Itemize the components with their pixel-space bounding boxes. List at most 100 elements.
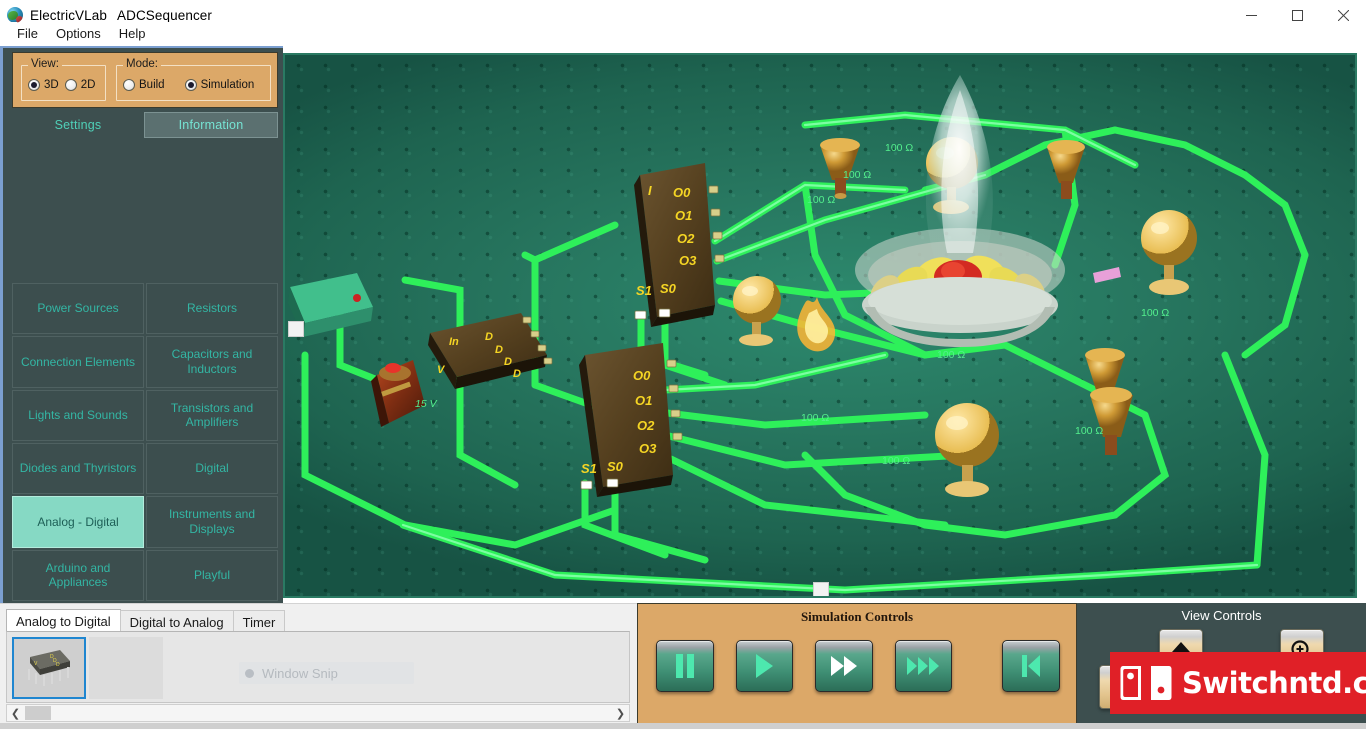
radio-view-3d[interactable]: [28, 79, 40, 91]
category-power-sources[interactable]: Power Sources: [12, 283, 144, 335]
radio-view-2d[interactable]: [64, 79, 77, 91]
app-title: ElectricVLab: [30, 7, 107, 23]
svg-text:D: D: [485, 331, 493, 343]
chip-bottom-s1: S1: [581, 461, 597, 476]
scroll-thumb[interactable]: [25, 706, 51, 720]
tab-information[interactable]: Information: [144, 112, 278, 138]
palette-item-adc-chip[interactable]: DD DV: [12, 637, 86, 699]
lamp-bottom-center: [935, 403, 999, 497]
chip-bottom-o0: O0: [633, 368, 651, 383]
svg-text:D: D: [56, 662, 60, 668]
information-pane: [12, 138, 278, 302]
view-mode-box: View: 3D 2D Mode: Build Simulation: [12, 52, 278, 108]
window-snip-label: Window Snip: [262, 665, 338, 681]
chip-sequencer-top: I O0 O1 O2 O3 S1 S0: [634, 163, 725, 327]
bell-top-right: [1047, 140, 1085, 199]
radio-view-3d-label: 3D: [44, 79, 59, 91]
scroll-left-arrow-icon[interactable]: ❮: [7, 707, 24, 720]
menu-options[interactable]: Options: [47, 24, 110, 43]
chip-top-o2: O2: [677, 231, 695, 246]
circuit-3d-viewport[interactable]: 15 V In V D D D D I O0 O1 O2 O3 S1 S0 O0…: [283, 53, 1357, 598]
resistor-label-5: 100 Ω: [882, 455, 910, 467]
resistor-label-0: 100 Ω: [885, 142, 913, 154]
play-icon: [756, 654, 774, 678]
view-group-legend: View:: [28, 58, 62, 70]
category-analog-digital[interactable]: Analog - Digital: [12, 496, 144, 548]
scroll-right-arrow-icon[interactable]: ❯: [612, 707, 629, 720]
viewport-resize-handle-left[interactable]: [288, 321, 304, 337]
window-snip-overlay: Window Snip: [239, 662, 414, 684]
component-category-grid: Power Sources Resistors Connection Eleme…: [12, 283, 278, 601]
resistor-label-7: 100 Ω: [1141, 307, 1169, 319]
radio-mode-simulation[interactable]: [184, 79, 197, 91]
category-digital[interactable]: Digital: [146, 442, 278, 495]
palette-items: DD DV Window Snip: [6, 631, 630, 703]
chip-top-s1: S1: [636, 283, 652, 298]
skip-back-icon: [1022, 655, 1041, 677]
chip-top-o3: O3: [679, 253, 697, 268]
category-lights-sounds[interactable]: Lights and Sounds: [12, 389, 144, 441]
mode-group: Mode: Build Simulation: [116, 58, 271, 101]
fast-forward-button[interactable]: [815, 640, 873, 692]
play-button[interactable]: [735, 640, 794, 692]
category-capacitors-inductors[interactable]: Capacitors and Inductors: [146, 336, 278, 388]
category-arduino-appliances[interactable]: Arduino and Appliances: [12, 549, 144, 601]
component-palette-panel: Analog to Digital Digital to Analog Time…: [0, 603, 637, 729]
chip-top-o0: O0: [673, 185, 691, 200]
category-transistors-amplifiers[interactable]: Transistors and Amplifiers: [146, 389, 278, 441]
application-window: ElectricVLab ADCSequencer File Options H…: [0, 0, 1366, 729]
radio-mode-simulation-label: Simulation: [200, 79, 255, 91]
view-controls-title: View Controls: [1181, 608, 1262, 623]
watermark-banner: Switchntd.com: [1110, 652, 1366, 714]
battery-voltage-label: 15 V: [415, 398, 438, 410]
simulation-controls-panel: Simulation Controls: [637, 603, 1077, 729]
category-resistors[interactable]: Resistors: [146, 283, 278, 335]
chip-bottom-o3: O3: [639, 441, 657, 456]
svg-text:D: D: [513, 368, 521, 380]
category-playful[interactable]: Playful: [146, 549, 278, 601]
restart-button[interactable]: [1002, 640, 1060, 692]
simulation-controls-title: Simulation Controls: [800, 609, 914, 624]
app-globe-icon: [7, 7, 23, 23]
chip-top-o1: O1: [675, 208, 692, 223]
chip-bottom-o1: O1: [635, 393, 652, 408]
very-fast-forward-button[interactable]: [894, 640, 953, 692]
circuit-scene: 15 V In V D D D D I O0 O1 O2 O3 S1 S0 O0…: [288, 75, 1309, 594]
category-diodes-thyristors[interactable]: Diodes and Thyristors: [12, 442, 144, 495]
ic-chip-icon: DD DV: [28, 650, 70, 686]
chip-adc-label-in: In: [449, 336, 459, 348]
left-panel-tabs: Settings Information: [12, 112, 278, 138]
bell-lower-right: [1090, 387, 1133, 455]
palette-horizontal-scrollbar[interactable]: ❮ ❯: [6, 704, 630, 722]
resistor-label-4: 100 Ω: [801, 412, 829, 424]
small-indicator: [1093, 267, 1121, 283]
chip-bottom-s0: S0: [607, 459, 624, 474]
menu-file[interactable]: File: [8, 24, 47, 43]
palette-empty-slot[interactable]: [89, 637, 163, 699]
resistor-label-1: 100 Ω: [807, 194, 835, 206]
radio-mode-build[interactable]: [123, 79, 135, 91]
svg-text:D: D: [495, 344, 503, 356]
menu-bar: File Options Help: [0, 22, 1366, 45]
mode-group-legend: Mode:: [123, 58, 161, 70]
pause-button[interactable]: [656, 640, 714, 692]
menu-help[interactable]: Help: [110, 24, 155, 43]
viewport-resize-handle-bottom[interactable]: [813, 582, 829, 596]
pause-icon: [675, 654, 694, 678]
radio-mode-build-label: Build: [139, 79, 165, 91]
status-bar: [0, 723, 1366, 729]
chip-top-s0: S0: [660, 281, 677, 296]
simulation-buttons: [638, 640, 1078, 692]
lamp-right: [1141, 210, 1197, 295]
resistor-label-2: 100 Ω: [843, 169, 871, 181]
tab-settings[interactable]: Settings: [12, 112, 144, 138]
chip-top-input: I: [648, 183, 652, 198]
triple-forward-icon: [906, 657, 939, 675]
snip-bullet-icon: [245, 668, 254, 678]
svg-text:D: D: [504, 356, 512, 368]
resistor-label-6: 100 Ω: [1075, 425, 1103, 437]
radio-view-2d-label: 2D: [80, 79, 96, 91]
category-instruments-displays[interactable]: Instruments and Displays: [146, 496, 278, 548]
category-connection-elements[interactable]: Connection Elements: [12, 336, 144, 388]
view-group: View: 3D 2D: [21, 58, 106, 101]
